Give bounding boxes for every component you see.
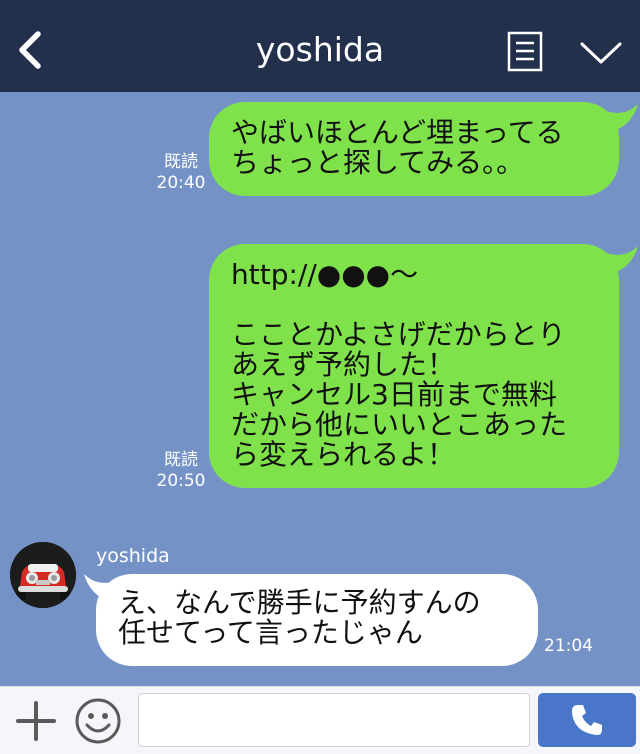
- message-time: 20:50: [156, 471, 206, 491]
- message-text: やばいほとんど埋まってる ちょっと探してみる。。: [231, 116, 564, 179]
- smile-icon[interactable]: [74, 697, 122, 745]
- read-receipt: 既読: [164, 450, 198, 470]
- message-meta: 既読 20:40: [155, 152, 207, 194]
- sent-message-bubble[interactable]: http://●●●〜 こことかよさげだからとり あえず予約した！ キャンセル3…: [209, 244, 619, 488]
- plus-icon[interactable]: [14, 699, 58, 743]
- bubble-tail: [604, 246, 638, 274]
- note-icon[interactable]: [507, 30, 543, 74]
- read-receipt: 既読: [164, 152, 198, 172]
- message-time: 21:04: [544, 636, 593, 656]
- call-button[interactable]: [538, 693, 636, 747]
- message-time: 20:40: [156, 173, 206, 193]
- chat-header: yoshida: [0, 0, 640, 92]
- chevron-down-icon[interactable]: [578, 38, 624, 68]
- message-text: http://●●●〜 こことかよさげだからとり あえず予約した！ キャンセル3…: [231, 258, 568, 471]
- chat-area[interactable]: 既読 20:40 やばいほとんど埋まってる ちょっと探してみる。。 既読 20:…: [0, 92, 640, 686]
- bubble-tail: [604, 104, 638, 132]
- sent-message-bubble[interactable]: やばいほとんど埋まってる ちょっと探してみる。。: [209, 102, 619, 196]
- chat-title: yoshida: [255, 30, 385, 69]
- message-text: え、なんで勝手に予約すんの 任せてって言ったじゃん: [118, 586, 481, 649]
- phone-icon: [572, 705, 602, 735]
- car-icon: [10, 542, 76, 608]
- avatar[interactable]: [10, 542, 76, 608]
- message-input-bar: [0, 686, 640, 754]
- sender-name: yoshida: [96, 545, 170, 567]
- received-message-bubble[interactable]: え、なんで勝手に予約すんの 任せてって言ったじゃん: [96, 574, 538, 666]
- message-input[interactable]: [138, 693, 530, 747]
- message-meta: 既読 20:50: [155, 450, 207, 492]
